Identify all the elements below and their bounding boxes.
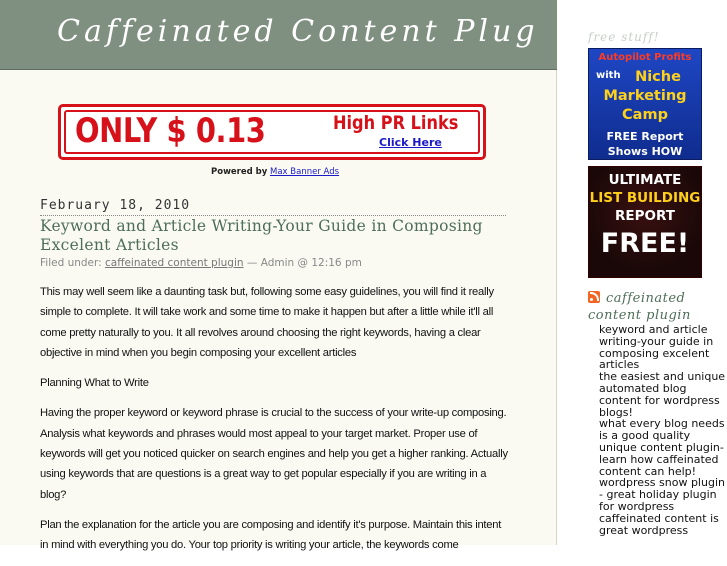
- filed-under-label: Filed under:: [40, 257, 102, 269]
- feed-section-title[interactable]: caffeinated content plugin: [588, 290, 727, 324]
- post-title-link[interactable]: Keyword and Article Writing-Your Guide i…: [40, 217, 510, 255]
- banner-click-here-link[interactable]: Click Here: [379, 136, 442, 149]
- category-link[interactable]: caffeinated content plugin: [105, 257, 244, 269]
- post-meta: Filed under: caffeinated content plugin …: [40, 257, 362, 269]
- rss-icon[interactable]: [588, 291, 600, 303]
- max-banner-ads-link[interactable]: Max Banner Ads: [270, 167, 339, 177]
- banner-price-text: ONLY $ 0.13: [75, 111, 266, 151]
- feed-item[interactable]: what every blog needs is a good quality …: [599, 418, 727, 477]
- feed-item[interactable]: the easiest and unique automated blog co…: [599, 371, 727, 418]
- high-pr-links-banner-ad[interactable]: ONLY $ 0.13 High PR Links Click Here: [58, 104, 486, 160]
- post-author-time: — Admin @ 12:16 pm: [246, 257, 362, 269]
- ad1-marketing: Marketing: [603, 88, 687, 104]
- post-date: February 18, 2010: [40, 198, 191, 213]
- banner-subtitle: High PR Links: [333, 112, 459, 134]
- powered-by-line: Powered by Max Banner Ads: [211, 167, 339, 177]
- sidebar-heading: free stuff!: [588, 30, 660, 44]
- ad2-ultimate: ULTIMATE: [608, 172, 682, 188]
- ad1-free-report-text: FREE Report Shows HOW: [589, 129, 701, 159]
- ad1-free-report: FREE Report: [606, 130, 684, 143]
- site-title[interactable]: Caffeinated Content Plug: [57, 14, 539, 49]
- main-column: Caffeinated Content Plug ONLY $ 0.13 Hig…: [0, 0, 557, 551]
- ad1-camp: Camp: [622, 107, 668, 123]
- ad1-niche-text: Niche: [635, 69, 681, 85]
- list-building-report-ad[interactable]: ULTIMATE LIST BUILDING REPORT FREE!: [588, 166, 702, 278]
- feed-item[interactable]: keyword and article writing-your guide i…: [599, 324, 727, 371]
- post-paragraph: Plan the explanation for the article you…: [40, 518, 502, 552]
- post-subheading: Planning What to Write: [40, 377, 149, 390]
- ad2-free: FREE!: [600, 228, 690, 259]
- date-divider: [40, 215, 506, 216]
- post-content: This may well seem like a daunting task …: [40, 282, 510, 566]
- ad1-autopilot-text: Autopilot Profits: [598, 52, 692, 63]
- niche-marketing-camp-ad[interactable]: Autopilot Profits with Niche Marketing C…: [588, 48, 702, 160]
- feed-title-link[interactable]: caffeinated content plugin: [588, 291, 691, 323]
- feed-item[interactable]: caffeinated content is great wordpress: [599, 512, 727, 537]
- ad2-list-building: LIST BUILDING: [589, 190, 701, 206]
- powered-by-prefix: Powered by: [211, 167, 268, 177]
- feed-item[interactable]: wordpress snow plugin - great holiday pl…: [599, 477, 727, 513]
- ad1-marketing-camp-text: Marketing Camp: [589, 87, 701, 125]
- post-paragraph: Having the proper keyword or keyword phr…: [40, 407, 508, 501]
- ad1-shows-how: Shows HOW: [607, 145, 683, 158]
- site-header: Caffeinated Content Plug: [0, 0, 557, 70]
- feed-list: keyword and article writing-your guide i…: [599, 324, 727, 536]
- ad2-report: REPORT: [615, 208, 675, 224]
- post-paragraph: This may well seem like a daunting task …: [40, 286, 494, 359]
